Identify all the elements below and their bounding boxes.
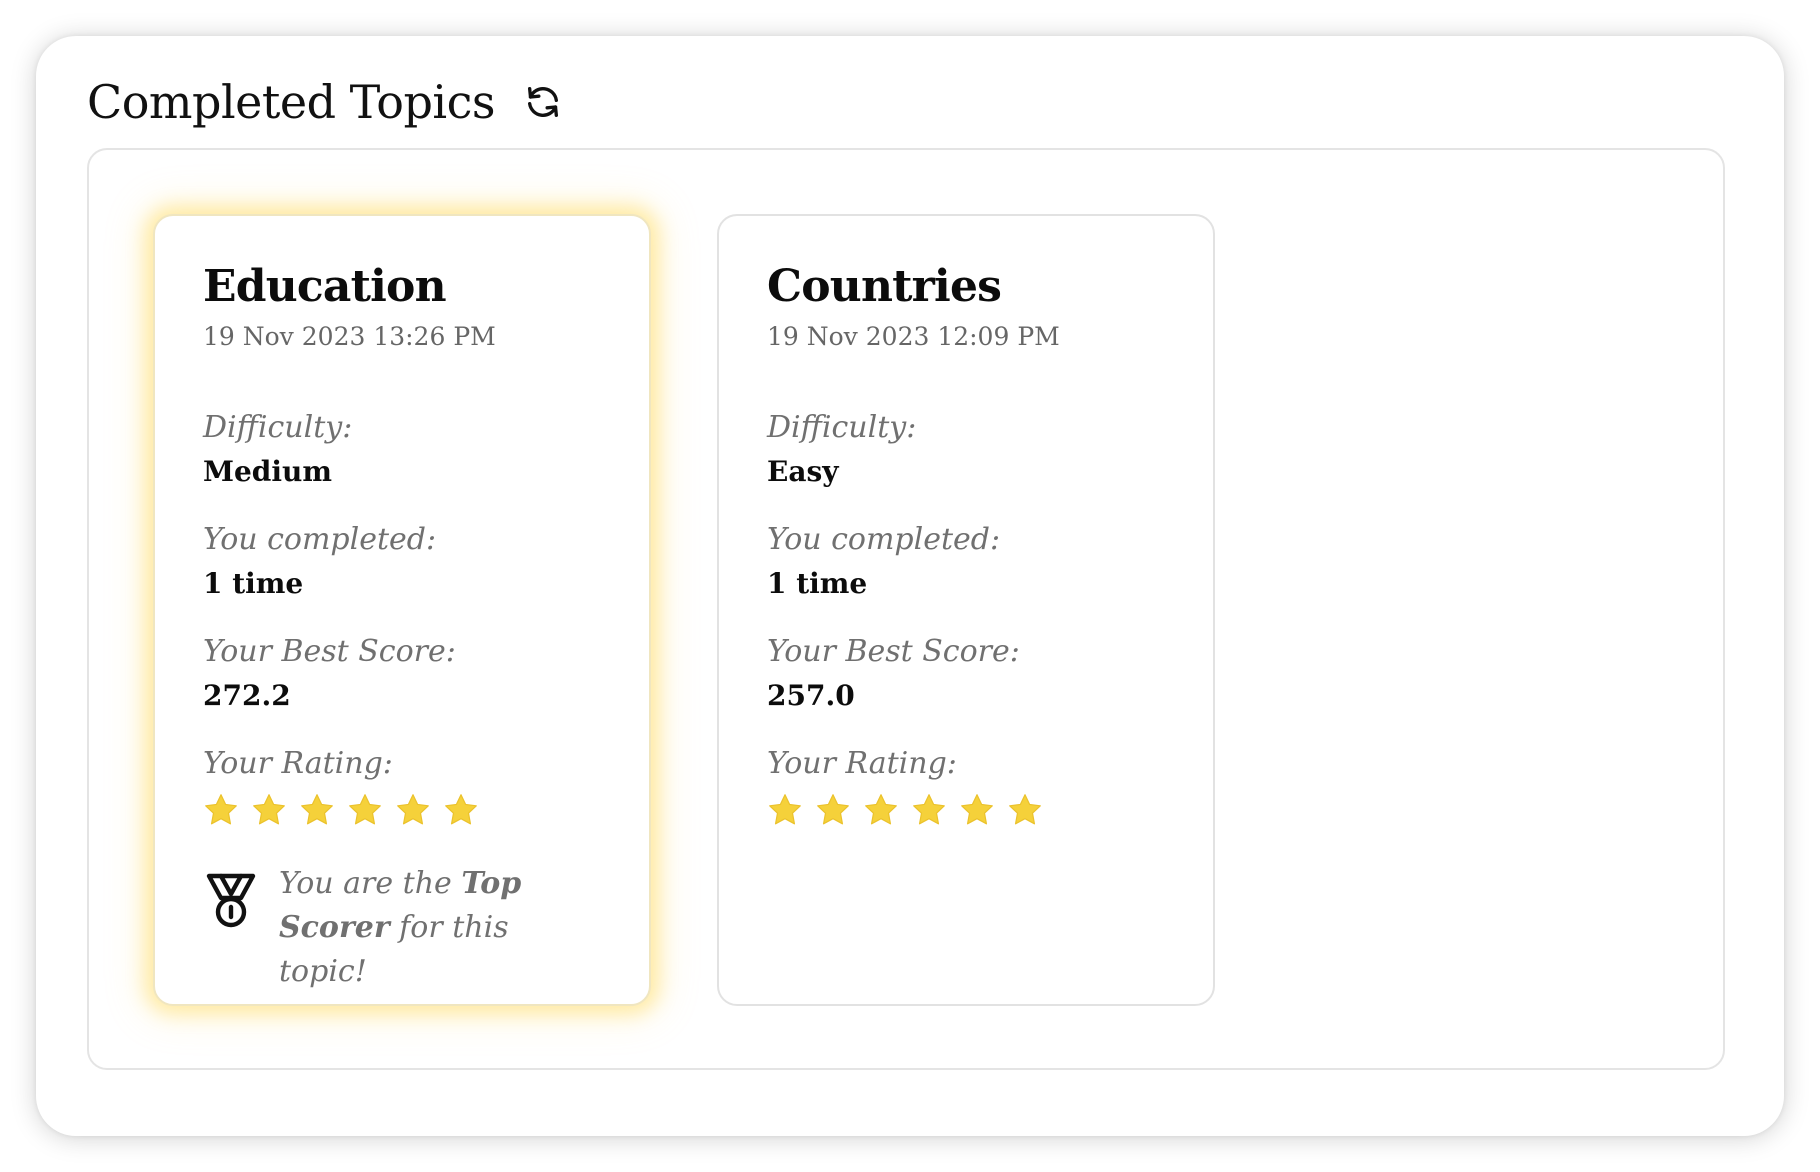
topics-container: Education 19 Nov 2023 13:26 PM Difficult… [87, 148, 1725, 1070]
best-score-value: 257.0 [767, 679, 855, 712]
star-icon [445, 794, 477, 825]
difficulty-value: Medium [203, 455, 333, 488]
top-scorer-prefix: You are the [279, 866, 462, 901]
rating-field: Your Rating: [203, 744, 601, 828]
star-icon [301, 794, 333, 825]
rating-field: Your Rating: [767, 744, 1165, 828]
refresh-button[interactable] [519, 78, 567, 126]
star-icon [253, 794, 285, 825]
star-icon [865, 794, 897, 825]
difficulty-field: Difficulty: Easy [767, 408, 1165, 492]
difficulty-label: Difficulty: [203, 410, 353, 445]
difficulty-field: Difficulty: Medium [203, 408, 601, 492]
star-icon [1009, 794, 1041, 825]
star-icon [961, 794, 993, 825]
best-score-field: Your Best Score: 257.0 [767, 632, 1165, 716]
best-score-field: Your Best Score: 272.2 [203, 632, 601, 716]
topic-name: Education [203, 261, 447, 312]
difficulty-value: Easy [767, 455, 839, 488]
best-score-value: 272.2 [203, 679, 291, 712]
top-scorer-text: You are the Top Scorer for this topic! [279, 862, 601, 994]
completed-field: You completed: 1 time [203, 520, 601, 604]
rating-label: Your Rating: [767, 746, 957, 781]
completed-value: 1 time [767, 567, 868, 600]
star-icon [205, 794, 237, 825]
rating-label: Your Rating: [203, 746, 393, 781]
topic-fields: Difficulty: Medium You completed: 1 time… [203, 408, 601, 828]
star-icon [397, 794, 429, 825]
topic-card-education[interactable]: Education 19 Nov 2023 13:26 PM Difficult… [153, 214, 651, 1006]
rating-stars [767, 792, 1165, 828]
topic-date: 19 Nov 2023 13:26 PM [203, 322, 496, 351]
refresh-icon [528, 87, 558, 118]
completed-label: You completed: [203, 522, 437, 557]
medal-icon [206, 873, 256, 928]
topic-date: 19 Nov 2023 12:09 PM [767, 322, 1060, 351]
completed-field: You completed: 1 time [767, 520, 1165, 604]
star-icon [817, 794, 849, 825]
star-icon [769, 794, 801, 825]
completed-label: You completed: [767, 522, 1001, 557]
difficulty-label: Difficulty: [767, 410, 917, 445]
star-icon [913, 794, 945, 825]
completed-value: 1 time [203, 567, 304, 600]
topic-fields: Difficulty: Easy You completed: 1 time Y… [767, 408, 1165, 828]
top-scorer-note: You are the Top Scorer for this topic! [203, 862, 601, 994]
rating-stars [203, 792, 601, 828]
completed-topics-panel: Completed Topics Education 19 Nov 2023 1… [36, 36, 1784, 1136]
panel-header: Completed Topics [87, 70, 567, 134]
topic-card-countries[interactable]: Countries 19 Nov 2023 12:09 PM Difficult… [717, 214, 1215, 1006]
star-icon [349, 794, 381, 825]
page-title: Completed Topics [87, 75, 496, 129]
best-score-label: Your Best Score: [767, 634, 1020, 669]
topic-name: Countries [767, 261, 1002, 312]
best-score-label: Your Best Score: [203, 634, 456, 669]
